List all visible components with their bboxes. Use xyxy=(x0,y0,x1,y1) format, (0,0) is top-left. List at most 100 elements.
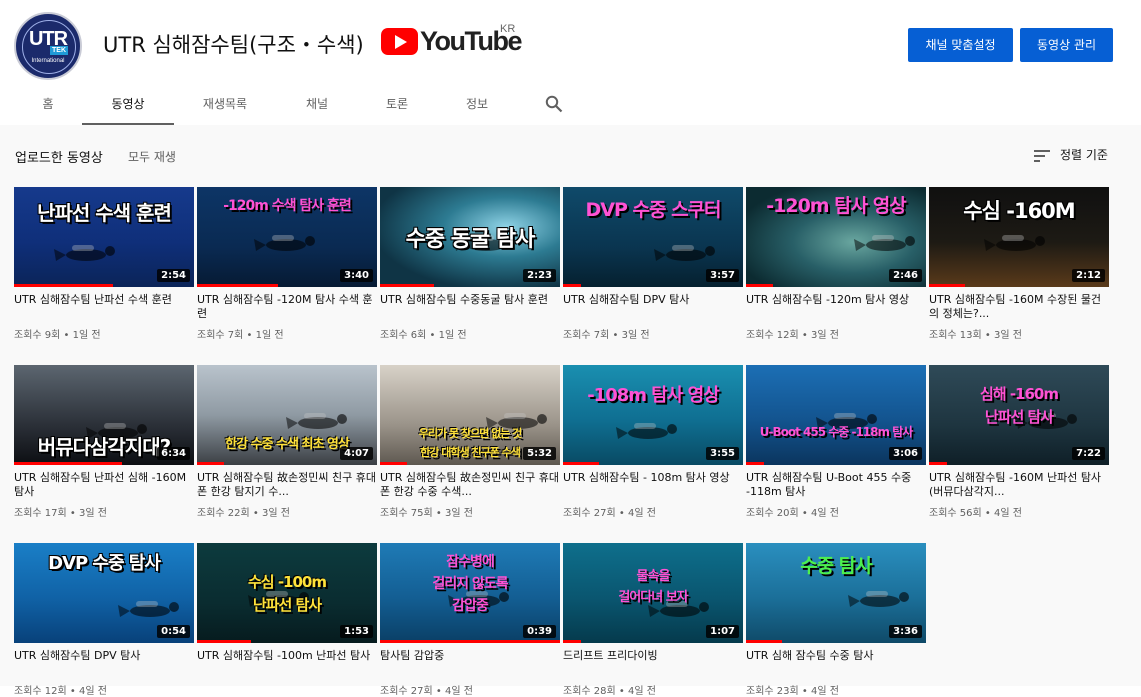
video-thumbnail[interactable]: 수심 -100m 난파선 탐사 1:53 xyxy=(197,543,377,643)
video-title[interactable]: UTR 심해잠수팀 -100m 난파선 탐사 xyxy=(197,649,377,677)
tab-channels[interactable]: 채널 xyxy=(290,88,344,125)
video-card[interactable]: -108m 탐사 영상 3:55 UTR 심해잠수팀 - 108m 탐사 영상 조회수… xyxy=(563,365,743,519)
manage-videos-button[interactable]: 동영상 관리 xyxy=(1020,28,1113,62)
channel-header: UTR TEK International UTR 심해잠수팀(구조・수색) Y… xyxy=(0,0,1141,125)
diver-silhouette-icon xyxy=(984,235,1045,251)
video-title[interactable]: UTR 심해잠수팀 故손정민씨 친구 휴대폰 한강 수중 수색... xyxy=(380,471,560,499)
video-title[interactable]: UTR 심해잠수팀 - 108m 탐사 영상 xyxy=(563,471,743,499)
tab-about[interactable]: 정보 xyxy=(450,88,504,125)
video-title[interactable]: UTR 심해잠수팀 -160M 수장된 물건의 정체는?... xyxy=(929,293,1109,321)
video-title[interactable]: 드리프트 프리다이빙 xyxy=(563,649,743,677)
video-meta: 조회수 28회 • 4일 전 xyxy=(563,686,656,697)
watch-progress-bar xyxy=(746,640,782,643)
video-thumbnail[interactable]: 버뮤다삼각지대? 6:34 xyxy=(14,365,194,465)
video-thumbnail[interactable]: 난파선 수색 훈련 2:54 xyxy=(14,187,194,287)
video-card[interactable]: DVP 수중 탐사 0:54 UTR 심해잠수팀 DPV 탐사 조회수 12회 • 4… xyxy=(14,543,194,697)
video-title[interactable]: UTR 심해잠수팀 DPV 탐사 xyxy=(14,649,194,677)
video-thumbnail[interactable]: 수심 -160M 2:12 xyxy=(929,187,1109,287)
tab-playlists[interactable]: 재생목록 xyxy=(188,88,262,125)
video-thumbnail[interactable]: DVP 수중 탐사 0:54 xyxy=(14,543,194,643)
channel-name: UTR 심해잠수팀(구조・수색) xyxy=(103,33,364,57)
video-title[interactable]: UTR 심해잠수팀 DPV 탐사 xyxy=(563,293,743,321)
tab-videos[interactable]: 동영상 xyxy=(82,88,174,125)
video-thumbnail[interactable]: -120m 수색 탐사 훈련 3:40 xyxy=(197,187,377,287)
videos-content: 업로드한 동영상 모두 재생 정렬 기준 난파선 수색 훈련 2:54 UTR 심해… xyxy=(0,125,1141,697)
watch-progress-bar xyxy=(563,462,599,465)
search-icon[interactable] xyxy=(545,95,563,113)
video-card[interactable]: 수심 -160M 2:12 UTR 심해잠수팀 -160M 수장된 물건의 정체는?… xyxy=(929,187,1109,341)
tab-discussion[interactable]: 토론 xyxy=(370,88,424,125)
channel-avatar[interactable]: UTR TEK International xyxy=(14,12,82,80)
watch-progress-bar xyxy=(14,284,113,287)
video-card[interactable]: 물속을 걸어다녀 보자 1:07 드리프트 프리다이빙 조회수 28회 • 4일 전 xyxy=(563,543,743,697)
video-card[interactable]: 잠수병에 걸리지 않도록 감압중 0:39 탐사팀 감압중조회수 27회 • 4일 전 xyxy=(380,543,560,697)
video-card[interactable]: 한강 수중 수색 최초 영상 4:07 UTR 심해잠수팀 故손정민씨 친구 휴대폰… xyxy=(197,365,377,519)
duration-badge: 3:40 xyxy=(340,269,373,282)
video-card[interactable]: 난파선 수색 훈련 2:54 UTR 심해잠수팀 난파선 수색 훈련조회수 9회 •… xyxy=(14,187,194,341)
video-title[interactable]: 탐사팀 감압중 xyxy=(380,649,560,677)
thumbnail-caption: DVP 수중 스쿠터 xyxy=(585,199,721,221)
video-thumbnail[interactable]: U-Boot 455 수중 -118m 탐사 3:06 xyxy=(746,365,926,465)
thumbnail-caption: U-Boot 455 수중 -118m 탐사 xyxy=(759,425,914,439)
video-title[interactable]: UTR 심해잠수팀 -120M 탐사 수색 훈련 xyxy=(197,293,377,321)
thumbnail-caption: 수중 탐사 xyxy=(800,555,873,577)
video-meta: 조회수 22회 • 3일 전 xyxy=(197,508,290,519)
video-title[interactable]: UTR 심해잠수팀 수중동굴 탐사 훈련 xyxy=(380,293,560,321)
video-meta: 조회수 9회 • 1일 전 xyxy=(14,330,101,341)
thumbnail-caption: 수중 동굴 탐사 xyxy=(405,227,536,252)
youtube-play-icon xyxy=(381,28,418,55)
duration-badge: 3:55 xyxy=(706,447,739,460)
video-meta: 조회수 12회 • 3일 전 xyxy=(746,330,839,341)
thumbnail-caption: DVP 수중 탐사 xyxy=(48,553,161,574)
video-thumbnail[interactable]: -120m 탐사 영상 2:46 xyxy=(746,187,926,287)
diver-silhouette-icon xyxy=(616,423,677,439)
play-all-link[interactable]: 모두 재생 xyxy=(128,148,176,165)
video-title[interactable]: UTR 심해잠수팀 故손정민씨 친구 휴대폰 한강 탐지기 수... xyxy=(197,471,377,499)
customize-channel-button[interactable]: 채널 맞춤설정 xyxy=(908,28,1013,62)
video-card[interactable]: 우리가 못 찾으면 없는 것 한강 대학생 친구폰 수색 5:32 UTR 심해잠수팀… xyxy=(380,365,560,519)
video-title[interactable]: UTR 심해 잠수팀 수중 탐사 xyxy=(746,649,926,677)
duration-badge: 7:22 xyxy=(1072,447,1105,460)
duration-badge: 2:12 xyxy=(1072,269,1105,282)
avatar-badge: TEK xyxy=(50,46,68,55)
youtube-region: KR xyxy=(500,23,516,35)
video-card[interactable]: 수중 탐사 3:36 UTR 심해 잠수팀 수중 탐사 조회수 23회 • 4일 전 xyxy=(746,543,926,697)
watch-progress-bar xyxy=(563,640,581,643)
video-thumbnail[interactable]: 심해 -160m 난파선 탐사 7:22 xyxy=(929,365,1109,465)
video-card[interactable]: 심해 -160m 난파선 탐사 7:22 UTR 심해잠수팀 -160M 난파선 탐사… xyxy=(929,365,1109,519)
diver-silhouette-icon xyxy=(854,235,915,251)
video-card[interactable]: -120m 수색 탐사 훈련 3:40 UTR 심해잠수팀 -120M 탐사 수색 … xyxy=(197,187,377,341)
duration-badge: 4:07 xyxy=(340,447,373,460)
video-meta: 조회수 7회 • 1일 전 xyxy=(197,330,284,341)
thumbnail-caption: -108m 탐사 영상 xyxy=(587,385,720,406)
video-card[interactable]: 수심 -100m 난파선 탐사 1:53 UTR 심해잠수팀 -100m 난파선 탐사 xyxy=(197,543,377,677)
video-thumbnail[interactable]: 물속을 걸어다녀 보자 1:07 xyxy=(563,543,743,643)
video-card[interactable]: 버뮤다삼각지대? 6:34 UTR 심해잠수팀 난파선 심해 -160M 탐사 조회수… xyxy=(14,365,194,519)
video-thumbnail[interactable]: -108m 탐사 영상 3:55 xyxy=(563,365,743,465)
thumbnail-caption: 수심 -160M xyxy=(963,199,1075,223)
video-title[interactable]: UTR 심해잠수팀 난파선 심해 -160M 탐사 xyxy=(14,471,194,499)
video-meta: 조회수 27회 • 4일 전 xyxy=(380,686,473,697)
video-title[interactable]: UTR 심해잠수팀 -160M 난파선 탐사 (버뮤다삼각지... xyxy=(929,471,1109,499)
thumbnail-caption: 물속을 xyxy=(636,569,671,584)
video-title[interactable]: UTR 심해잠수팀 -120m 탐사 영상 xyxy=(746,293,926,321)
video-card[interactable]: 수중 동굴 탐사 2:23 UTR 심해잠수팀 수중동굴 탐사 훈련 조회수 6회 •… xyxy=(380,187,560,341)
video-card[interactable]: DVP 수중 스쿠터 3:57 UTR 심해잠수팀 DPV 탐사 조회수 7회 • 3… xyxy=(563,187,743,341)
video-thumbnail[interactable]: 한강 수중 수색 최초 영상 4:07 xyxy=(197,365,377,465)
thumbnail-caption: 걸리지 않도록 xyxy=(432,576,508,592)
video-title[interactable]: UTR 심해잠수팀 난파선 수색 훈련 xyxy=(14,293,194,321)
video-meta: 조회수 20회 • 4일 전 xyxy=(746,508,839,519)
video-thumbnail[interactable]: 수중 동굴 탐사 2:23 xyxy=(380,187,560,287)
video-thumbnail[interactable]: 수중 탐사 3:36 xyxy=(746,543,926,643)
watch-progress-bar xyxy=(929,284,965,287)
thumbnail-caption: 걸어다녀 보자 xyxy=(618,590,688,605)
tab-home[interactable]: 홈 xyxy=(28,88,68,125)
video-thumbnail[interactable]: DVP 수중 스쿠터 3:57 xyxy=(563,187,743,287)
video-card[interactable]: U-Boot 455 수중 -118m 탐사 3:06 UTR 심해잠수팀 U-Bo… xyxy=(746,365,926,519)
video-thumbnail[interactable]: 잠수병에 걸리지 않도록 감압중 0:39 xyxy=(380,543,560,643)
duration-badge: 6:34 xyxy=(157,447,190,460)
avatar-text: UTR xyxy=(28,28,68,50)
video-title[interactable]: UTR 심해잠수팀 U-Boot 455 수중 -118m 탐사 xyxy=(746,471,926,499)
video-thumbnail[interactable]: 우리가 못 찾으면 없는 것 한강 대학생 친구폰 수색 5:32 xyxy=(380,365,560,465)
video-card[interactable]: -120m 탐사 영상 2:46 UTR 심해잠수팀 -120m 탐사 영상조회수 … xyxy=(746,187,926,341)
